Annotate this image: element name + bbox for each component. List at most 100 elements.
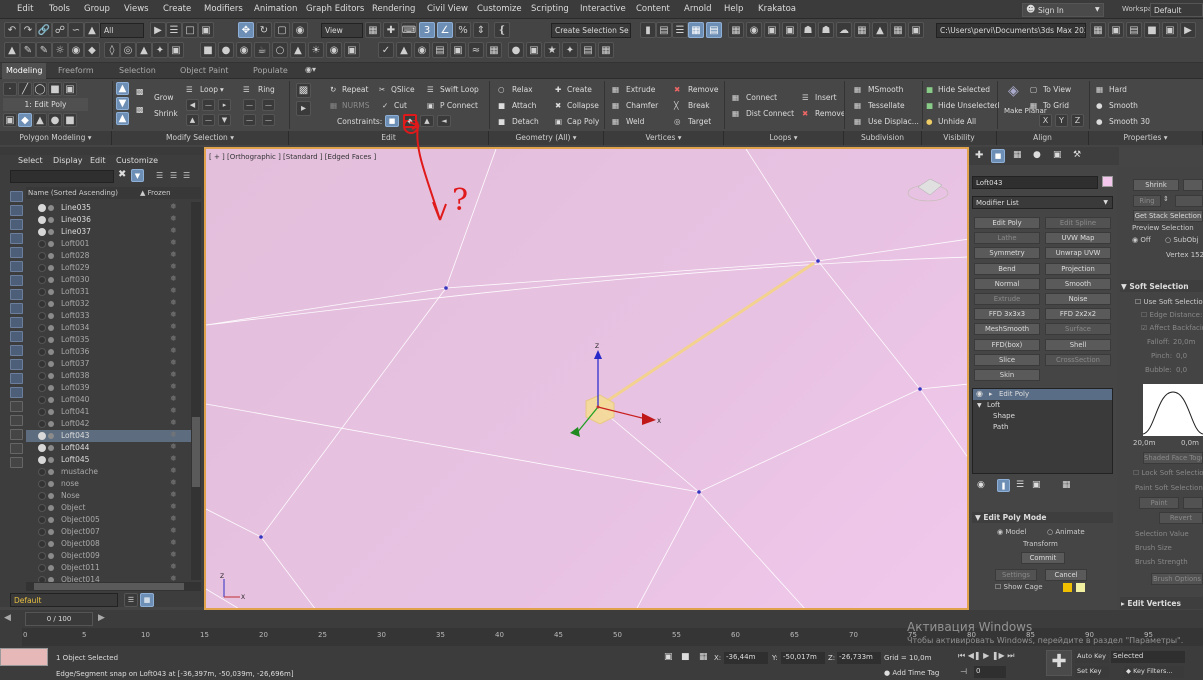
modifier-projection-button[interactable]: Projection	[1045, 262, 1111, 275]
horizontal-scrollbar[interactable]	[26, 582, 201, 591]
freeze-icon[interactable]: ❅	[170, 502, 177, 511]
blur-button[interactable]	[1183, 497, 1203, 509]
shrink-button[interactable]: Shrink	[1133, 179, 1179, 191]
visibility-eye-icon[interactable]	[38, 456, 46, 464]
scene-scrollbar[interactable]	[191, 202, 201, 580]
freeze-icon[interactable]: ❅	[170, 346, 177, 355]
lock-soft-selection-checkbox[interactable]: ☐ Lock Soft Selection	[1133, 469, 1203, 477]
model-radio[interactable]: ◉ Model	[997, 528, 1026, 536]
visibility-eye-icon[interactable]	[38, 276, 46, 284]
freeze-icon[interactable]: ❅	[170, 466, 177, 475]
align-x-button[interactable]: X	[1039, 114, 1052, 127]
display-tab-icon[interactable]: ▣	[1053, 150, 1062, 160]
revert-button[interactable]: Revert	[1159, 512, 1203, 524]
display-none-icon[interactable]	[10, 359, 23, 370]
menu-edit[interactable]: Edit	[17, 4, 33, 14]
display-lights-icon[interactable]	[10, 219, 23, 230]
get-stack-selection-button[interactable]: Get Stack Selection	[1133, 210, 1203, 222]
scene-node-row[interactable]: Loft037 ❅	[26, 358, 201, 370]
loop-grow-icon[interactable]: ◀	[186, 99, 199, 111]
loop-icon[interactable]: ▸	[218, 99, 231, 111]
sync-selection-icon[interactable]	[10, 387, 23, 398]
grow-button[interactable]: Grow	[154, 93, 173, 102]
freeze-icon[interactable]: ❅	[170, 274, 177, 283]
name-column-header[interactable]: Name (Sorted Ascending)	[28, 189, 118, 197]
grow-button[interactable]	[1183, 179, 1203, 191]
relax-button[interactable]: Relax	[512, 85, 533, 94]
place-icon[interactable]: ◉	[292, 22, 308, 38]
visibility-eye-icon[interactable]	[38, 528, 46, 536]
menu-content[interactable]: Content	[636, 4, 670, 14]
snap-3d-icon[interactable]: 3	[419, 22, 435, 38]
freeze-icon[interactable]: ❅	[170, 478, 177, 487]
scene-node-row[interactable]: Object011 ❅	[26, 562, 201, 574]
percent-snap-icon[interactable]: %	[455, 22, 471, 38]
modifier-list-dropdown[interactable]: Modifier List ▼	[972, 196, 1113, 209]
modifier-skin-button[interactable]: Skin	[974, 369, 1040, 381]
maxscript-listener[interactable]	[0, 648, 48, 666]
frozen-column-header[interactable]: ▲ Frozen	[140, 189, 171, 197]
visibility-eye-icon[interactable]	[38, 264, 46, 272]
scene-menu-select[interactable]: Select	[18, 156, 43, 165]
manipulate-icon[interactable]: ✚	[383, 22, 399, 38]
menu-modifiers[interactable]: Modifiers	[204, 4, 243, 14]
loop-dropdown[interactable]: ▾	[220, 85, 224, 94]
ring-step-icon[interactable]: —	[243, 99, 256, 111]
visibility-group[interactable]: Visibility	[922, 131, 997, 145]
project-extra-icon[interactable]: ▣	[1162, 22, 1178, 38]
visibility-eye-icon[interactable]	[38, 432, 46, 440]
bind-space-warp-icon[interactable]: ∽	[68, 22, 84, 38]
y-coordinate-field[interactable]: -50,017m	[781, 652, 825, 664]
paint-button[interactable]: Paint	[1139, 497, 1179, 509]
freeze-icon[interactable]: ❅	[170, 394, 177, 403]
cage-selected-color-swatch[interactable]	[1076, 583, 1085, 592]
link-icon[interactable]: 🔗	[36, 22, 52, 38]
unhide-all-button[interactable]: Unhide All	[938, 117, 976, 126]
walkthrough-icon[interactable]: ▲	[396, 42, 412, 58]
polygon-modeling-group[interactable]: Polygon Modeling ▾	[0, 131, 112, 145]
modifier-normal-button[interactable]: Normal	[974, 277, 1040, 290]
modifier-edit-poly-button[interactable]: Edit Poly	[974, 217, 1040, 229]
geometry-group[interactable]: Geometry (All) ▾	[489, 131, 604, 145]
menu-views[interactable]: Views	[124, 4, 149, 14]
detach-button[interactable]: Detach	[512, 117, 539, 126]
target-button[interactable]: Target	[688, 117, 711, 126]
modifier-crosssection-button[interactable]: CrossSection	[1045, 353, 1111, 366]
cylinder-icon[interactable]: ◉	[236, 42, 252, 58]
mirror-icon[interactable]: ▮	[640, 22, 656, 38]
visibility-eye-icon[interactable]	[38, 228, 46, 236]
menu-civil-view[interactable]: Civil View	[427, 4, 468, 14]
helpers-icon[interactable]: ◆	[84, 42, 100, 58]
scrollbar-thumb[interactable]	[192, 417, 200, 487]
show-cage-checkbox[interactable]: ☐ Show Cage	[995, 583, 1043, 591]
visibility-eye-icon[interactable]	[38, 312, 46, 320]
z-coordinate-field[interactable]: -26,733m	[837, 652, 881, 664]
hide-unselected-button[interactable]: Hide Unselected	[938, 101, 999, 110]
particle-icon[interactable]: ✦	[152, 42, 168, 58]
modifier-smooth-button[interactable]: Smooth	[1045, 277, 1111, 290]
star-icon[interactable]: ✦	[562, 42, 578, 58]
auto-key-button[interactable]: Auto Key	[1075, 651, 1109, 663]
hierarchy-icon[interactable]: ☰	[170, 171, 177, 180]
time-slider[interactable]: 0 / 100	[25, 612, 93, 626]
show-end-result-icon[interactable]: ❚	[997, 479, 1010, 492]
layer-dropdown[interactable]: Default	[10, 593, 118, 607]
freeze-icon[interactable]: ❅	[170, 442, 177, 451]
loop-button[interactable]	[1175, 195, 1203, 207]
smooth-30-button[interactable]: Smooth 30	[1109, 117, 1150, 126]
stack-item-path[interactable]: Path	[993, 423, 1008, 431]
modifier-slice-button[interactable]: Slice	[974, 353, 1040, 366]
ring-button[interactable]: Ring	[1133, 195, 1161, 207]
tube-icon[interactable]: ◎	[120, 42, 136, 58]
menu-tools[interactable]: Tools	[49, 4, 70, 14]
fx-icon[interactable]: ▤	[580, 42, 596, 58]
chamfer-button[interactable]: Chamfer	[626, 101, 658, 110]
scene-node-row[interactable]: Loft030 ❅	[26, 274, 201, 286]
freeze-icon[interactable]: ❅	[170, 226, 177, 235]
swift-loop-button[interactable]: Swift Loop	[440, 85, 479, 94]
modifier-bend-button[interactable]: Bend	[974, 262, 1040, 275]
ring-spinner-icon[interactable]: ⇕	[1163, 195, 1169, 203]
volume-icon[interactable]: ▦	[598, 42, 614, 58]
element-mode-icon[interactable]: ▣	[63, 82, 77, 96]
schematic-view-icon[interactable]: ▦	[728, 22, 744, 38]
